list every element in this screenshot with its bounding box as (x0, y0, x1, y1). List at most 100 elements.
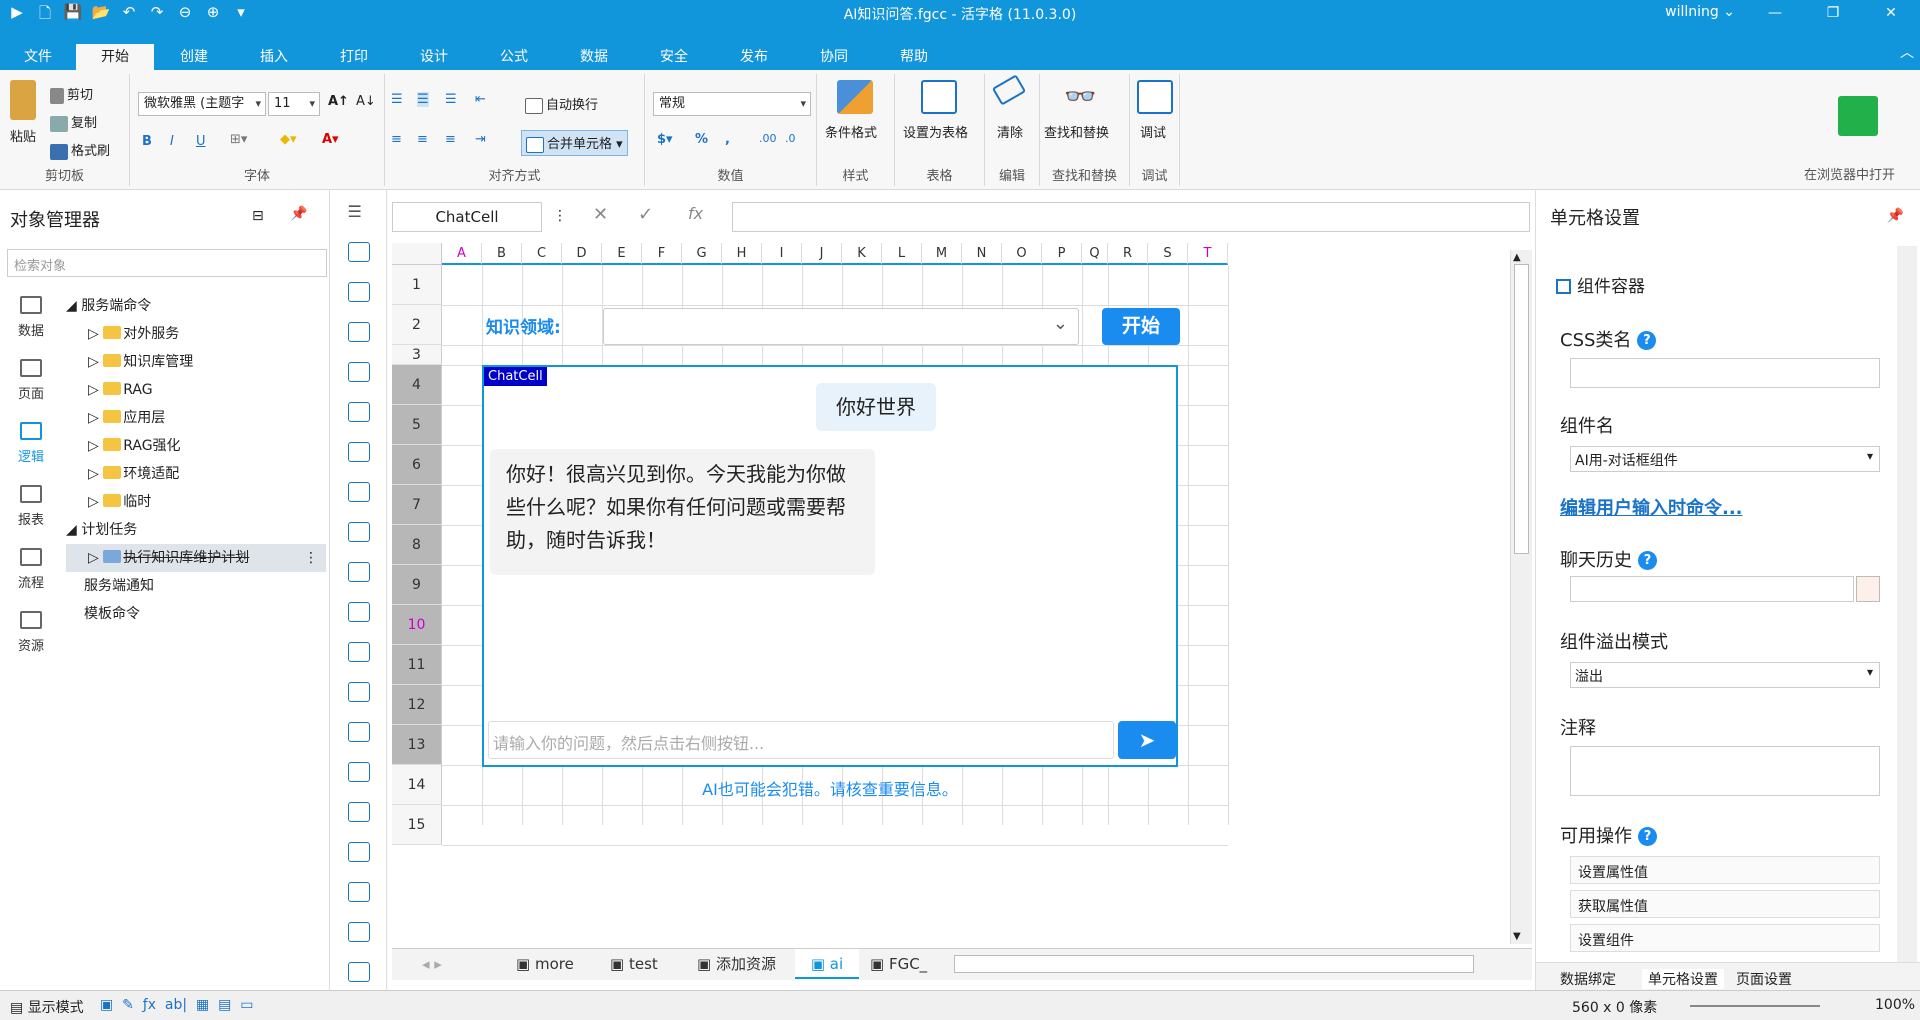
tree-folder[interactable]: ▷ 临时 (66, 488, 326, 516)
scroll-up-icon[interactable]: ▲ (1513, 252, 1521, 263)
user-icon[interactable] (347, 522, 370, 542)
edit-input-command-link[interactable]: 编辑用户输入时命令... (1560, 494, 1743, 520)
column-header[interactable]: S (1148, 243, 1188, 265)
nav-logic[interactable]: 逻辑 (0, 416, 62, 479)
op-set-property[interactable]: 设置属性值 (1570, 856, 1880, 884)
row-header[interactable]: 8 (392, 525, 442, 565)
column-header[interactable]: B (482, 243, 522, 265)
set-as-table-button[interactable]: 设置为表格 (903, 122, 968, 141)
tab-collab[interactable]: 协同 (804, 44, 864, 70)
debug-icon[interactable] (1137, 80, 1173, 114)
tab-create[interactable]: 创建 (164, 44, 224, 70)
tree-node-template-commands[interactable]: 模板命令 (66, 600, 326, 628)
conditional-format-icon[interactable] (837, 80, 873, 114)
scroll-thumb[interactable] (1514, 264, 1529, 554)
comma-icon[interactable]: , (725, 132, 730, 147)
table-icon[interactable] (921, 80, 957, 114)
row-header[interactable]: 11 (392, 645, 442, 685)
format-painter-button[interactable]: 格式刷 (50, 140, 110, 160)
barcode-icon[interactable] (347, 322, 370, 342)
help-icon[interactable]: ? (1637, 331, 1657, 350)
row-header[interactable]: 15 (392, 805, 442, 845)
outdent-icon[interactable]: ⇥ (475, 132, 486, 147)
help-icon[interactable]: ? (1638, 827, 1657, 846)
fx-icon[interactable]: fx (688, 204, 703, 223)
open-in-browser-label[interactable]: 在浏览器中打开 (1804, 164, 1895, 183)
tree-node-server-commands[interactable]: ◢ 服务端命令 (66, 292, 326, 320)
nav-workflow[interactable]: 流程 (0, 542, 62, 605)
radio-icon[interactable] (347, 762, 370, 782)
formula-input[interactable] (732, 202, 1530, 232)
tab-cell-settings[interactable]: 单元格设置 (1642, 969, 1724, 989)
column-header[interactable]: R (1108, 243, 1148, 265)
checklist-icon[interactable] (347, 722, 370, 742)
user-menu[interactable]: willning ⌄ (1665, 4, 1735, 20)
chat-history-input[interactable] (1570, 576, 1854, 602)
column-header[interactable]: N (962, 243, 1002, 265)
font-color-icon[interactable]: A▾ (322, 132, 339, 147)
column-header[interactable]: A (442, 243, 482, 265)
conditional-format-button[interactable]: 条件格式 (825, 122, 877, 141)
increase-decimal-icon[interactable]: .00 (759, 132, 777, 145)
row-header[interactable]: 13 (392, 725, 442, 765)
table-grid-icon[interactable] (347, 882, 370, 902)
tab-formula[interactable]: 公式 (484, 44, 544, 70)
align-center-icon[interactable]: ≡ (417, 132, 428, 147)
op-set-component[interactable]: 设置组件 (1570, 924, 1880, 952)
sheet-tab-ai[interactable]: ▣ ai (795, 949, 859, 979)
component-name-select[interactable]: AI用-对话框组件 (1570, 446, 1880, 472)
row-header[interactable]: 6 (392, 445, 442, 485)
column-header[interactable]: O (1002, 243, 1042, 265)
tree-folder[interactable]: ▷ RAG强化 (66, 432, 326, 460)
tab-design[interactable]: 设计 (404, 44, 464, 70)
tab-data-binding[interactable]: 数据绑定 (1560, 969, 1616, 989)
column-header[interactable]: K (842, 243, 882, 265)
tree-item-maintenance-plan[interactable]: ▷ 执行知识库维护计划 ⋮ (66, 544, 326, 572)
row-header[interactable]: 2 (392, 305, 442, 345)
clear-button[interactable]: 清除 (997, 122, 1023, 141)
tab-page-settings[interactable]: 页面设置 (1736, 969, 1792, 989)
fill-color-icon[interactable]: ◆▾ (280, 132, 297, 147)
note-input[interactable] (1570, 746, 1880, 796)
formula-picker-icon[interactable] (1856, 576, 1880, 602)
minimize-button[interactable]: — (1746, 0, 1804, 26)
paste-icon[interactable] (10, 80, 36, 120)
search-icon[interactable] (347, 242, 370, 262)
image-upload-icon[interactable] (347, 962, 370, 982)
overflow-mode-select[interactable]: 溢出 (1570, 662, 1880, 688)
more-options-icon[interactable]: ⋮ (304, 544, 318, 572)
link-icon[interactable] (347, 442, 370, 462)
merge-cells-button[interactable]: 合并单元格 ▾ (521, 130, 628, 156)
zoom-level[interactable]: 100% (1875, 997, 1915, 1013)
align-top-icon[interactable]: ☰ (391, 92, 403, 107)
sheet-tab-test[interactable]: ▣ test (610, 949, 658, 979)
italic-icon[interactable]: I (170, 134, 174, 149)
column-header[interactable]: C (522, 243, 562, 265)
border-icon[interactable]: ⊞▾ (230, 132, 247, 147)
column-header[interactable]: L (882, 243, 922, 265)
currency-icon[interactable]: $▾ (657, 132, 673, 147)
column-header[interactable]: H (722, 243, 762, 265)
find-replace-button[interactable]: 查找和替换 (1044, 122, 1109, 141)
copy-button[interactable]: 复制 (50, 112, 97, 132)
sheet-tab-fgc[interactable]: ▣ FGC_ (870, 949, 927, 979)
column-header[interactable]: M (922, 243, 962, 265)
underline-icon[interactable]: U (196, 134, 206, 149)
clock-icon[interactable] (347, 922, 370, 942)
zoom-slider[interactable] (1690, 1005, 1820, 1007)
tab-data[interactable]: 数据 (564, 44, 624, 70)
panel-scrollbar[interactable] (1897, 246, 1917, 962)
tab-insert[interactable]: 插入 (244, 44, 304, 70)
column-header[interactable]: T (1188, 243, 1228, 265)
collapse-ribbon-icon[interactable]: ︿ (1900, 42, 1914, 62)
pin-icon[interactable]: 📌 (290, 206, 307, 222)
tree-folder[interactable]: ▷ 环境适配 (66, 460, 326, 488)
form-icon[interactable] (347, 282, 370, 302)
decrease-decimal-icon[interactable]: .0 (785, 132, 796, 145)
debug-button[interactable]: 调试 (1140, 122, 1166, 141)
row-header[interactable]: 7 (392, 485, 442, 525)
send-button[interactable]: ➤ (1118, 721, 1176, 759)
select-all-corner[interactable] (392, 243, 442, 265)
text-icon[interactable] (347, 362, 370, 382)
label-icon[interactable] (347, 602, 370, 622)
